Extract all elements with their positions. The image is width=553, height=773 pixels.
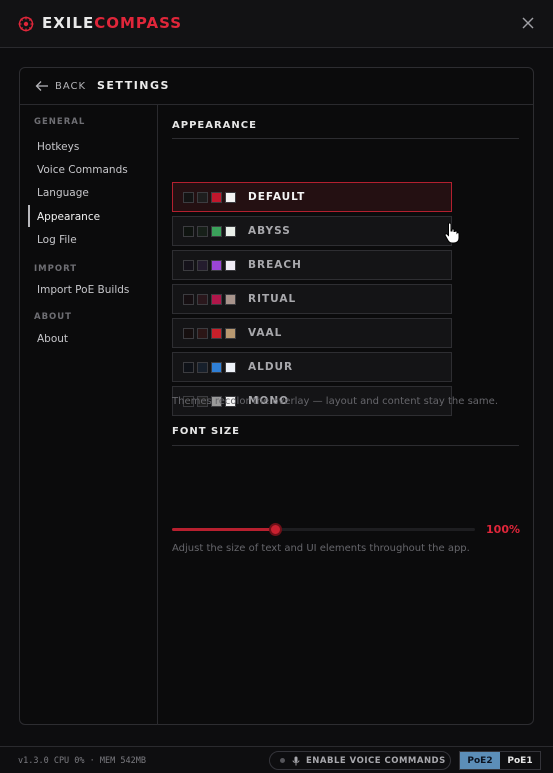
- theme-swatches: [183, 293, 239, 305]
- sidebar-group-import: IMPORT: [34, 264, 78, 274]
- color-swatch: [183, 259, 194, 271]
- theme-label: DEFAULT: [248, 191, 306, 203]
- theme-option-vaal[interactable]: VAAL: [172, 318, 452, 348]
- appearance-section-title: APPEARANCE: [172, 120, 257, 131]
- arrow-left-icon: [35, 81, 48, 91]
- slider-thumb[interactable]: [269, 523, 283, 536]
- color-swatch: [211, 293, 222, 305]
- section-divider: [172, 445, 519, 446]
- color-swatch: [225, 361, 236, 373]
- color-swatch: [225, 191, 236, 203]
- theme-swatches: [183, 327, 239, 339]
- color-swatch: [211, 225, 222, 237]
- appearance-helper-text: Themes recolor the overlay — layout and …: [172, 396, 498, 407]
- color-swatch: [183, 191, 194, 203]
- settings-sidebar: GENERAL Hotkeys Voice Commands Language …: [20, 105, 158, 725]
- font-size-value: 100%: [486, 523, 520, 536]
- color-swatch: [183, 225, 194, 237]
- panel-header: BACK SETTINGS: [20, 68, 533, 105]
- microphone-icon: [292, 756, 300, 765]
- theme-option-aldur[interactable]: ALDUR: [172, 352, 452, 382]
- system-stats: v1.3.0 CPU 0% · MEM 542MB: [18, 756, 146, 766]
- version-poe1-button[interactable]: PoE1: [500, 752, 540, 769]
- app-brand: EXILECOMPASS: [42, 14, 182, 32]
- theme-swatches: [183, 361, 239, 373]
- theme-swatches: [183, 259, 239, 271]
- brand-word-compass: COMPASS: [94, 14, 183, 32]
- voice-status-dot: [280, 758, 285, 763]
- theme-option-ritual[interactable]: RITUAL: [172, 284, 452, 314]
- status-bar: v1.3.0 CPU 0% · MEM 542MB ENABLE VOICE C…: [0, 746, 553, 773]
- theme-label: ABYSS: [248, 225, 291, 237]
- theme-label: ALDUR: [248, 361, 294, 373]
- color-swatch: [225, 225, 236, 237]
- compass-logo-icon: [18, 16, 34, 32]
- color-swatch: [197, 293, 208, 305]
- sidebar-item-language[interactable]: Language: [37, 187, 89, 199]
- enable-voice-commands-button[interactable]: ENABLE VOICE COMMANDS: [269, 751, 451, 770]
- color-swatch: [225, 327, 236, 339]
- back-label: BACK: [55, 80, 87, 92]
- color-swatch: [211, 191, 222, 203]
- color-swatch: [225, 259, 236, 271]
- color-swatch: [211, 327, 222, 339]
- color-swatch: [183, 293, 194, 305]
- color-swatch: [225, 293, 236, 305]
- theme-swatches: [183, 191, 239, 203]
- color-swatch: [183, 327, 194, 339]
- sidebar-group-general: GENERAL: [34, 117, 86, 127]
- version-poe2-button[interactable]: PoE2: [460, 752, 500, 769]
- sidebar-item-import-builds[interactable]: Import PoE Builds: [37, 284, 129, 296]
- voice-button-label: ENABLE VOICE COMMANDS: [306, 755, 446, 766]
- section-divider: [172, 138, 519, 139]
- color-swatch: [197, 361, 208, 373]
- close-icon[interactable]: [521, 16, 535, 30]
- slider-fill: [172, 528, 276, 531]
- font-size-slider[interactable]: [172, 523, 475, 536]
- brand-word-exile: EXILE: [42, 14, 95, 32]
- page-title: SETTINGS: [97, 79, 170, 92]
- sidebar-item-appearance[interactable]: Appearance: [37, 211, 100, 223]
- font-size-helper-text: Adjust the size of text and UI elements …: [172, 543, 470, 554]
- hand-pointer-cursor-icon: [444, 222, 460, 244]
- color-swatch: [197, 225, 208, 237]
- settings-panel: BACK SETTINGS GENERAL Hotkeys Voice Comm…: [19, 67, 534, 725]
- font-size-section-title: FONT SIZE: [172, 426, 241, 437]
- color-swatch: [197, 259, 208, 271]
- title-bar: EXILECOMPASS: [0, 0, 553, 48]
- sidebar-item-hotkeys[interactable]: Hotkeys: [37, 141, 79, 153]
- color-swatch: [197, 191, 208, 203]
- sidebar-item-log-file[interactable]: Log File: [37, 234, 77, 246]
- theme-swatches: [183, 225, 239, 237]
- sidebar-active-indicator: [28, 205, 30, 227]
- theme-label: BREACH: [248, 259, 302, 271]
- sidebar-item-about[interactable]: About: [37, 333, 68, 345]
- theme-label: RITUAL: [248, 293, 297, 305]
- color-swatch: [183, 361, 194, 373]
- theme-label: VAAL: [248, 327, 283, 339]
- color-swatch: [197, 327, 208, 339]
- color-swatch: [211, 361, 222, 373]
- sidebar-group-about: ABOUT: [34, 312, 72, 322]
- theme-option-default[interactable]: DEFAULT: [172, 182, 452, 212]
- sidebar-item-voice-commands[interactable]: Voice Commands: [37, 164, 128, 176]
- theme-option-breach[interactable]: BREACH: [172, 250, 452, 280]
- theme-option-abyss[interactable]: ABYSS: [172, 216, 452, 246]
- color-swatch: [211, 259, 222, 271]
- back-button[interactable]: BACK: [35, 80, 86, 92]
- game-version-toggle: PoE2 PoE1: [459, 751, 541, 770]
